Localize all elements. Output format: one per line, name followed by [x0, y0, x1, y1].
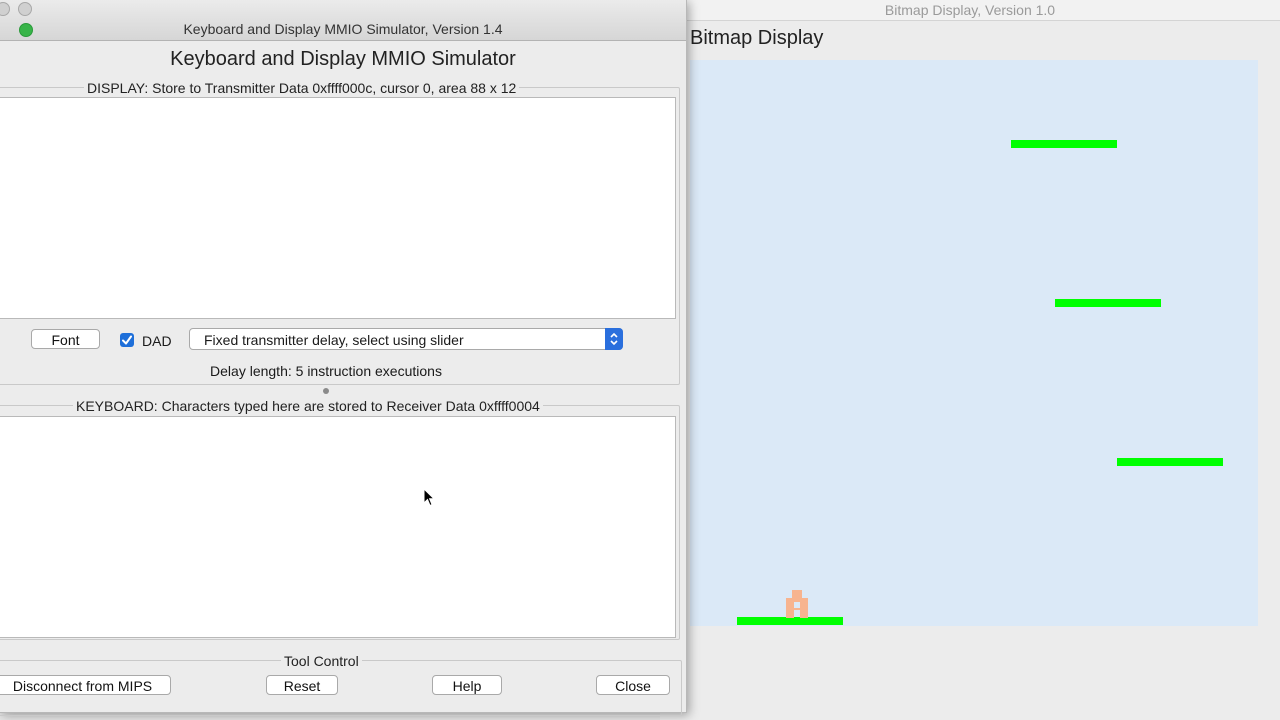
bitmap-display-window: Bitmap Display, Version 1.0 Bitmap Displ… — [660, 0, 1280, 720]
mmio-titlebar[interactable]: Keyboard and Display MMIO Simulator, Ver… — [0, 0, 686, 41]
disconnect-button[interactable]: Disconnect from MIPS — [0, 675, 171, 695]
display-text-area[interactable] — [0, 97, 676, 319]
tool-control-label: Tool Control — [281, 653, 362, 669]
platform — [737, 617, 843, 625]
platform — [1055, 299, 1161, 307]
reset-button[interactable]: Reset — [266, 675, 338, 695]
platform — [1117, 458, 1223, 466]
keyboard-text-area[interactable] — [0, 416, 676, 638]
keyboard-group-label: KEYBOARD: Characters typed here are stor… — [73, 398, 543, 414]
split-pane-handle[interactable] — [323, 388, 329, 394]
bitmap-canvas — [690, 60, 1258, 626]
window-minimize-button[interactable] — [18, 2, 32, 16]
mmio-heading: Keyboard and Display MMIO Simulator — [170, 48, 516, 70]
help-button[interactable]: Help — [432, 675, 502, 695]
mouse-pointer-icon — [423, 488, 435, 507]
updown-chevron-icon — [610, 332, 618, 346]
dad-checkbox[interactable] — [120, 333, 134, 347]
delay-mode-select[interactable]: Fixed transmitter delay, select using sl… — [189, 328, 623, 350]
mmio-simulator-window: Keyboard and Display MMIO Simulator, Ver… — [0, 0, 687, 716]
player-sprite — [786, 590, 808, 618]
font-button[interactable]: Font — [31, 329, 100, 349]
display-group-label: DISPLAY: Store to Transmitter Data 0xfff… — [84, 80, 520, 96]
platform — [1011, 140, 1117, 148]
delay-length-text: Delay length: 5 instruction executions — [210, 363, 442, 379]
close-button[interactable]: Close — [596, 675, 670, 695]
checkmark-icon — [122, 335, 132, 345]
bitmap-heading: Bitmap Display — [690, 27, 824, 49]
bitmap-titlebar[interactable]: Bitmap Display, Version 1.0 — [660, 0, 1280, 21]
window-close-button[interactable] — [0, 2, 10, 16]
bitmap-window-title: Bitmap Display, Version 1.0 — [884, 2, 1056, 18]
select-stepper[interactable] — [605, 328, 623, 350]
mmio-window-title: Keyboard and Display MMIO Simulator, Ver… — [183, 21, 503, 37]
dad-label: DAD — [142, 333, 172, 349]
delay-mode-value: Fixed transmitter delay, select using sl… — [204, 332, 464, 348]
